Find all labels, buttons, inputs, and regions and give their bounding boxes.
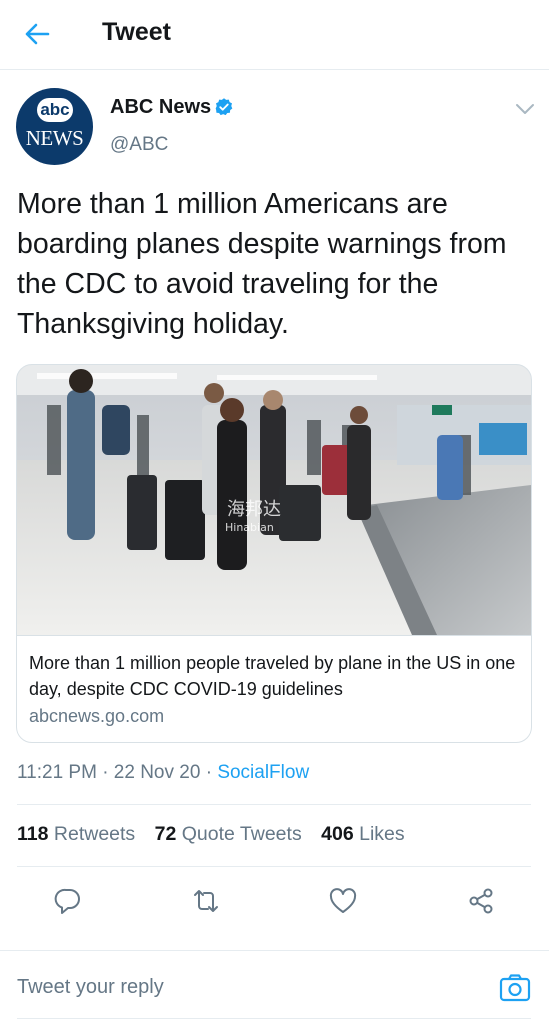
likes-count: 406	[321, 823, 354, 845]
reply-bar	[0, 950, 549, 1024]
reply-input[interactable]	[17, 971, 467, 1003]
avatar-news-logo: NEWS	[25, 126, 84, 150]
tweet-timestamp: 11:21 PM · 22 Nov 20 ·	[17, 762, 218, 783]
retweets-label: Retweets	[53, 823, 136, 845]
watermark-latin: Hinabian	[225, 521, 274, 534]
avatar[interactable]: abc NEWS	[16, 88, 93, 165]
likes-stat[interactable]: 406 Likes	[321, 823, 405, 845]
top-bar: Tweet	[0, 0, 549, 70]
tweet-source-link[interactable]: SocialFlow	[217, 762, 309, 783]
card-body: More than 1 million people traveled by p…	[17, 635, 531, 742]
chevron-down-icon[interactable]	[513, 100, 537, 118]
divider	[17, 1018, 531, 1019]
tweet-text: More than 1 million Americans are boardi…	[17, 188, 507, 340]
quote-tweets-count: 72	[154, 823, 177, 845]
card-title: More than 1 million people traveled by p…	[29, 653, 516, 699]
retweets-count: 118	[17, 823, 49, 845]
page-title: Tweet	[102, 18, 171, 46]
quote-tweets-label: Quote Tweets	[181, 823, 302, 845]
likes-label: Likes	[359, 823, 405, 845]
tweet-actions	[0, 880, 549, 924]
card-image: 海邦达 Hinabian	[17, 365, 531, 635]
author-display-name[interactable]: ABC News	[110, 96, 211, 119]
card-domain: abcnews.go.com	[29, 706, 165, 726]
back-button[interactable]	[22, 20, 52, 48]
tweet-stats: 118 Retweets 72 Quote Tweets 406 Likes	[17, 823, 419, 846]
retweets-stat[interactable]: 118 Retweets	[17, 823, 135, 845]
divider	[17, 866, 531, 867]
quote-tweets-stat[interactable]: 72 Quote Tweets	[155, 823, 302, 845]
tweet-meta: 11:21 PM · 22 Nov 20 · SocialFlow	[17, 762, 309, 784]
camera-icon[interactable]	[499, 973, 531, 1003]
reply-icon[interactable]	[53, 886, 83, 916]
retweet-icon[interactable]	[191, 886, 221, 916]
divider	[17, 804, 531, 805]
arrow-left-icon	[25, 23, 50, 45]
author-handle[interactable]: @ABC	[110, 134, 168, 156]
like-heart-icon[interactable]	[328, 886, 358, 916]
verified-badge-icon	[215, 98, 233, 116]
share-icon[interactable]	[466, 886, 496, 916]
watermark-cn: 海邦达	[227, 499, 281, 520]
avatar-abc-logo: abc	[37, 98, 73, 122]
link-card[interactable]: 海邦达 Hinabian More than 1 million people …	[16, 364, 532, 743]
tweet-author: abc NEWS ABC News @ABC	[16, 88, 536, 168]
